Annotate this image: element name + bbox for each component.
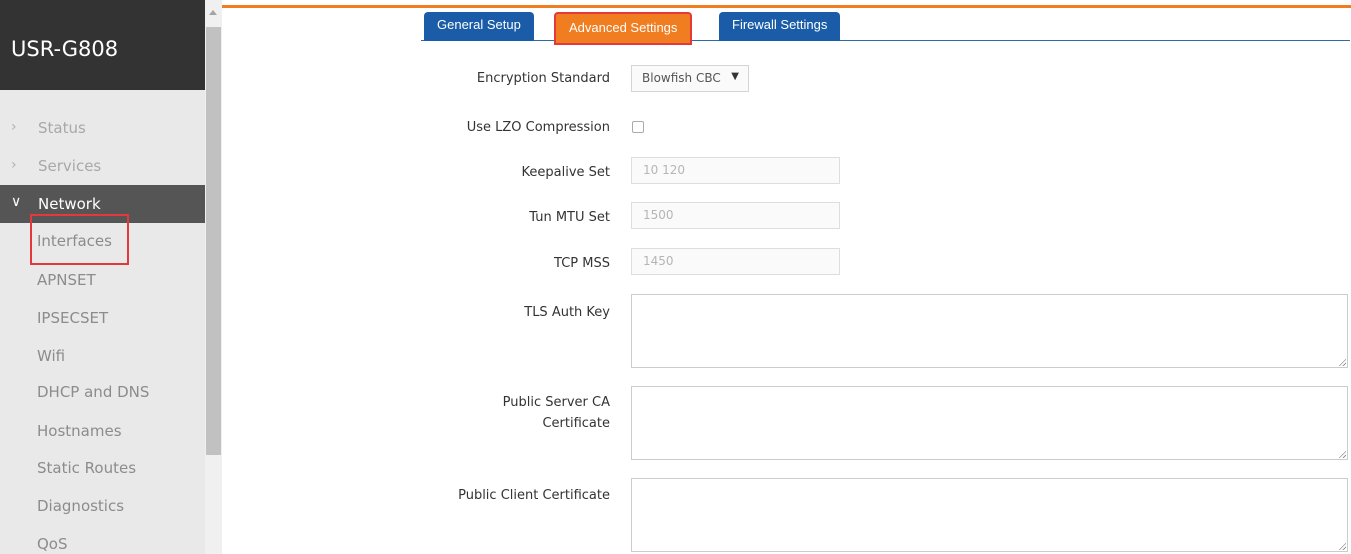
resize-grip-icon[interactable] xyxy=(1338,542,1346,550)
tab-firewall-settings[interactable]: Firewall Settings xyxy=(719,12,841,41)
lzo-compression-checkbox[interactable] xyxy=(632,121,644,133)
sidebar-item-qos[interactable]: QoS xyxy=(37,535,68,553)
tab-general-setup[interactable]: General Setup xyxy=(424,12,534,41)
lzo-compression-label: Use LZO Compression xyxy=(466,120,610,135)
top-accent-line xyxy=(222,5,1351,8)
tab-advanced-settings[interactable]: Advanced Settings xyxy=(554,12,693,45)
keepalive-input[interactable]: 10 120 xyxy=(631,157,840,184)
nav-item-services[interactable]: › Services xyxy=(0,147,205,185)
tcp-mss-input[interactable]: 1450 xyxy=(631,248,840,275)
scroll-up-icon[interactable] xyxy=(209,10,217,15)
chevron-down-icon: ∨ xyxy=(11,194,22,210)
tun-mtu-input[interactable]: 1500 xyxy=(631,202,840,229)
tun-mtu-label: Tun MTU Set xyxy=(529,210,610,225)
caret-down-icon: ▼ xyxy=(731,71,739,82)
resize-grip-icon[interactable] xyxy=(1338,450,1346,458)
public-server-ca-label-line1: Public Server CA xyxy=(502,395,610,410)
interfaces-highlight-box xyxy=(30,214,129,265)
sidebar-item-hostnames[interactable]: Hostnames xyxy=(37,422,122,440)
tls-auth-key-textarea[interactable] xyxy=(631,294,1348,368)
encryption-standard-label: Encryption Standard xyxy=(476,71,610,86)
encryption-standard-select[interactable]: Blowfish CBC ▼ xyxy=(631,65,749,92)
nav-item-label: Status xyxy=(38,119,86,137)
encryption-standard-value: Blowfish CBC xyxy=(642,71,721,85)
public-server-ca-textarea[interactable] xyxy=(631,386,1348,460)
public-server-ca-label: Public Server CA Certificate xyxy=(503,392,610,434)
brand-header: USR-G808 xyxy=(0,0,205,90)
chevron-right-icon: › xyxy=(11,157,17,173)
resize-grip-icon[interactable] xyxy=(1338,358,1346,366)
public-server-ca-label-line2: Certificate xyxy=(542,416,610,431)
tls-auth-key-label: TLS Auth Key xyxy=(524,305,610,320)
public-client-certificate-textarea[interactable] xyxy=(631,478,1348,552)
sidebar: USR-G808 › Status › Services ∨ Network I… xyxy=(0,0,205,554)
sidebar-item-static-routes[interactable]: Static Routes xyxy=(37,459,136,477)
nav-item-label: Network xyxy=(38,195,101,213)
sidebar-item-dhcp-dns[interactable]: DHCP and DNS xyxy=(37,383,149,401)
chevron-right-icon: › xyxy=(11,119,17,135)
nav-item-status[interactable]: › Status xyxy=(0,109,205,147)
scrollbar-thumb[interactable] xyxy=(206,27,221,455)
keepalive-label: Keepalive Set xyxy=(521,165,611,180)
sidebar-item-diagnostics[interactable]: Diagnostics xyxy=(37,497,124,515)
public-client-certificate-label: Public Client Certificate xyxy=(458,488,610,503)
brand-title: USR-G808 xyxy=(11,37,119,61)
sidebar-item-wifi[interactable]: Wifi xyxy=(37,347,65,365)
nav-item-label: Services xyxy=(38,157,102,175)
sidebar-item-ipsecset[interactable]: IPSECSET xyxy=(37,309,108,327)
sidebar-item-apnset[interactable]: APNSET xyxy=(37,271,96,289)
tcp-mss-label: TCP MSS xyxy=(554,256,610,271)
